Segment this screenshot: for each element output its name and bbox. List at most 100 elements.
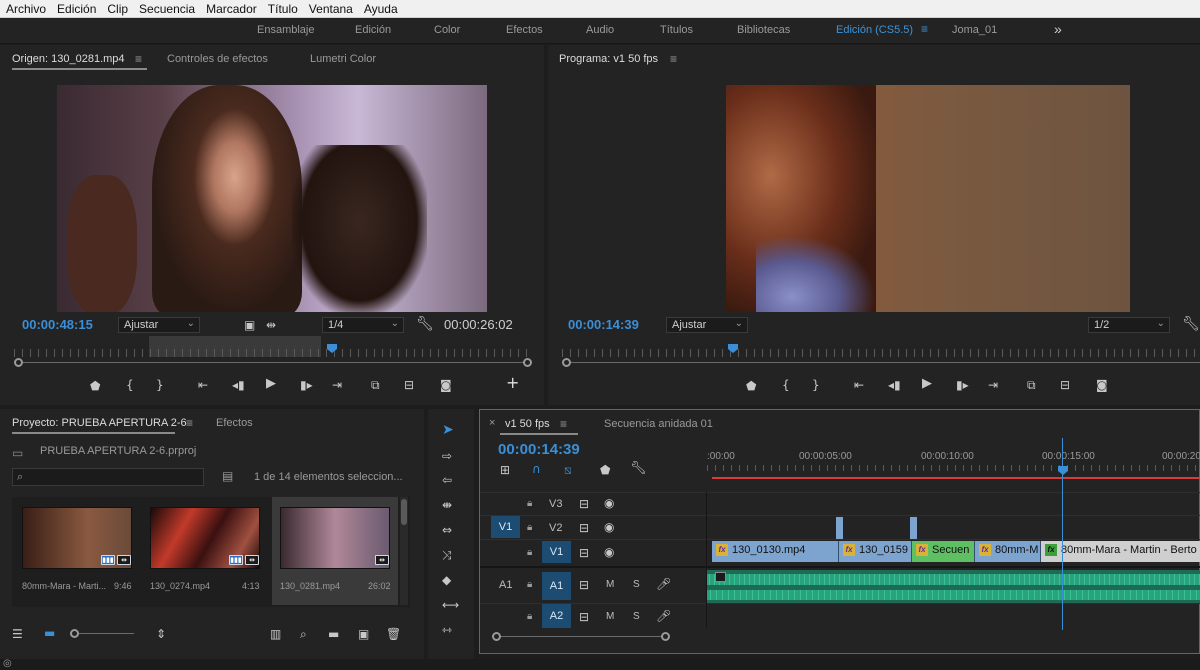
go-to-in-icon[interactable]: ⇤ xyxy=(854,378,864,392)
program-time-ruler[interactable] xyxy=(562,349,1200,357)
sync-lock-icon[interactable]: ⊟ xyxy=(579,610,589,624)
workspace-edicion[interactable]: Edición xyxy=(355,24,391,36)
automate-to-sequence-icon[interactable]: ▥ xyxy=(270,627,281,641)
timeline-close-icon[interactable]: × xyxy=(489,417,495,429)
eye-icon[interactable]: ◉ xyxy=(604,520,614,534)
workspace-edicion-cs55[interactable]: Edición (CS5.5) xyxy=(836,24,913,36)
eye-icon[interactable]: ◉ xyxy=(604,496,614,510)
step-forward-icon[interactable]: ▮▸ xyxy=(956,378,969,392)
menu-ayuda[interactable]: Ayuda xyxy=(364,2,398,16)
v1-clip[interactable]: fx 80mm-Mara - Martin - Berto xyxy=(1041,541,1200,562)
source-patch-v1[interactable]: V1 xyxy=(491,516,520,538)
tab-lumetri-color[interactable]: Lumetri Color xyxy=(310,53,376,65)
a1-audio-clip[interactable] xyxy=(707,570,1200,603)
razor-split-tool-icon[interactable]: ⤨ xyxy=(442,548,452,562)
new-bin-icon[interactable]: ▬ xyxy=(328,627,339,641)
list-view-icon[interactable]: ☰ xyxy=(12,627,23,641)
microphone-icon[interactable]: 🎤︎ xyxy=(656,577,671,591)
workspace-efectos[interactable]: Efectos xyxy=(506,24,543,36)
track-label-v3[interactable]: V3 xyxy=(549,498,562,510)
go-to-in-icon[interactable]: ⇤ xyxy=(198,378,208,392)
mark-in-icon[interactable]: { xyxy=(126,378,134,392)
sync-lock-icon[interactable]: ⊟ xyxy=(579,546,589,560)
icon-view-icon[interactable]: ▬ xyxy=(44,626,55,640)
wrench-icon[interactable]: 🔧︎ xyxy=(416,317,434,331)
tab-effect-controls[interactable]: Controles de efectos xyxy=(167,53,268,65)
menu-titulo[interactable]: Título xyxy=(268,2,298,16)
v1-nested-clip[interactable]: fx Secuen xyxy=(912,541,975,562)
project-item[interactable]: ▮▮▮ ⇹ 80mm-Mara - Marti... 9:46 xyxy=(12,497,140,605)
source-panel-menu-icon[interactable]: ≡ xyxy=(135,52,142,66)
wrench-icon[interactable]: 🔧︎ xyxy=(1182,317,1200,331)
tab-nested-sequence[interactable]: Secuencia anidada 01 xyxy=(604,418,713,430)
timeline-panel-menu-icon[interactable]: ≡ xyxy=(560,417,567,431)
workspace-ensamblaje[interactable]: Ensamblaje xyxy=(257,24,314,36)
menu-archivo[interactable]: Archivo xyxy=(6,2,46,16)
source-patch-a1[interactable]: A1 xyxy=(499,579,512,591)
selection-tool-icon[interactable]: ➤ xyxy=(442,423,454,437)
insert-icon[interactable]: ⧉ xyxy=(371,378,380,392)
workspace-color[interactable]: Color xyxy=(434,24,460,36)
v2-clip[interactable] xyxy=(910,517,917,539)
timeline-zoom-bar[interactable] xyxy=(498,636,666,637)
v1-clip[interactable]: fx 80mm-M xyxy=(975,541,1041,562)
step-back-icon[interactable]: ◂▮ xyxy=(888,378,901,392)
tab-sequence-v1[interactable]: v1 50 fps xyxy=(505,418,550,430)
program-resolution-dropdown[interactable]: 1/2 ⌄ xyxy=(1088,317,1170,333)
timeline-playhead[interactable] xyxy=(1058,466,1068,475)
find-icon[interactable]: ⌕ xyxy=(300,627,307,641)
thumbnail-zoom-slider[interactable] xyxy=(72,633,134,634)
v1-clip[interactable]: fx 130_0130.mp4 xyxy=(712,541,839,562)
timeline-timecode[interactable]: 00:00:14:39 xyxy=(498,441,580,458)
menu-edicion[interactable]: Edición xyxy=(57,2,96,16)
tab-source[interactable]: Origen: 130_0281.mp4 xyxy=(12,53,125,65)
play-icon[interactable]: ▶ xyxy=(922,377,932,391)
mute-button[interactable]: M xyxy=(606,611,614,622)
tab-program[interactable]: Programa: v1 50 fps xyxy=(559,53,658,65)
go-to-out-icon[interactable]: ⇥ xyxy=(332,378,342,392)
lift-icon[interactable]: ⧉ xyxy=(1027,378,1036,392)
timeline-settings-icon[interactable]: 🔧︎ xyxy=(630,462,647,476)
track-label-v1[interactable]: V1 xyxy=(542,541,571,563)
sync-lock-icon[interactable]: ⊟ xyxy=(579,521,589,535)
add-marker-icon[interactable]: ⬟ xyxy=(600,463,610,477)
sync-lock-icon[interactable]: ⊟ xyxy=(579,497,589,511)
step-forward-icon[interactable]: ▮▸ xyxy=(300,378,313,392)
menu-secuencia[interactable]: Secuencia xyxy=(139,2,195,16)
program-video-frame[interactable] xyxy=(726,85,1130,312)
program-timecode[interactable]: 00:00:14:39 xyxy=(568,317,639,332)
source-zoom-end-handle[interactable] xyxy=(523,358,532,367)
source-zoom-start-handle[interactable] xyxy=(14,358,23,367)
new-item-icon[interactable]: ▣ xyxy=(358,627,369,641)
rate-stretch-tool-icon[interactable]: ⇔ xyxy=(442,523,452,537)
project-search-input[interactable]: ⌕ xyxy=(12,468,204,486)
source-resolution-dropdown[interactable]: 1/4 ⌄ xyxy=(322,317,404,333)
tab-project[interactable]: Proyecto: PRUEBA APERTURA 2-6 xyxy=(12,417,187,429)
workspace-menu-icon[interactable]: ≡ xyxy=(921,22,928,36)
mute-button[interactable]: M xyxy=(606,579,614,590)
menu-clip[interactable]: Clip xyxy=(107,2,128,16)
solo-button[interactable]: S xyxy=(633,611,640,622)
slip-tool-icon[interactable]: ⟷ xyxy=(442,598,459,612)
workspace-bibliotecas[interactable]: Bibliotecas xyxy=(737,24,790,36)
play-icon[interactable]: ▶ xyxy=(266,377,276,391)
camera-icon[interactable]: ◙ xyxy=(1096,378,1108,392)
linked-selection-icon[interactable]: ⧅ xyxy=(564,463,572,477)
solo-button[interactable]: S xyxy=(633,579,640,590)
program-zoom-bar[interactable] xyxy=(568,362,1200,363)
workspace-audio[interactable]: Audio xyxy=(586,24,614,36)
work-area-bar[interactable] xyxy=(712,477,1200,479)
trash-icon[interactable]: 🗑︎ xyxy=(386,627,401,641)
add-button-icon[interactable]: + xyxy=(506,375,519,391)
track-select-tool-icon[interactable]: ⇨ xyxy=(442,449,452,463)
source-video-frame[interactable] xyxy=(57,85,487,312)
source-fit-dropdown[interactable]: Ajustar ⌄ xyxy=(118,317,200,333)
add-marker-icon[interactable]: ⬟ xyxy=(90,379,100,393)
source-zoom-bar[interactable] xyxy=(20,362,526,363)
v2-clip[interactable] xyxy=(836,517,843,539)
project-scrollbar-thumb[interactable] xyxy=(401,499,407,525)
program-fit-dropdown[interactable]: Ajustar ⌄ xyxy=(666,317,748,333)
project-scrollbar[interactable] xyxy=(400,497,408,605)
camera-icon[interactable]: ◙ xyxy=(440,378,452,392)
project-panel-menu-icon[interactable]: ≡ xyxy=(186,416,193,430)
